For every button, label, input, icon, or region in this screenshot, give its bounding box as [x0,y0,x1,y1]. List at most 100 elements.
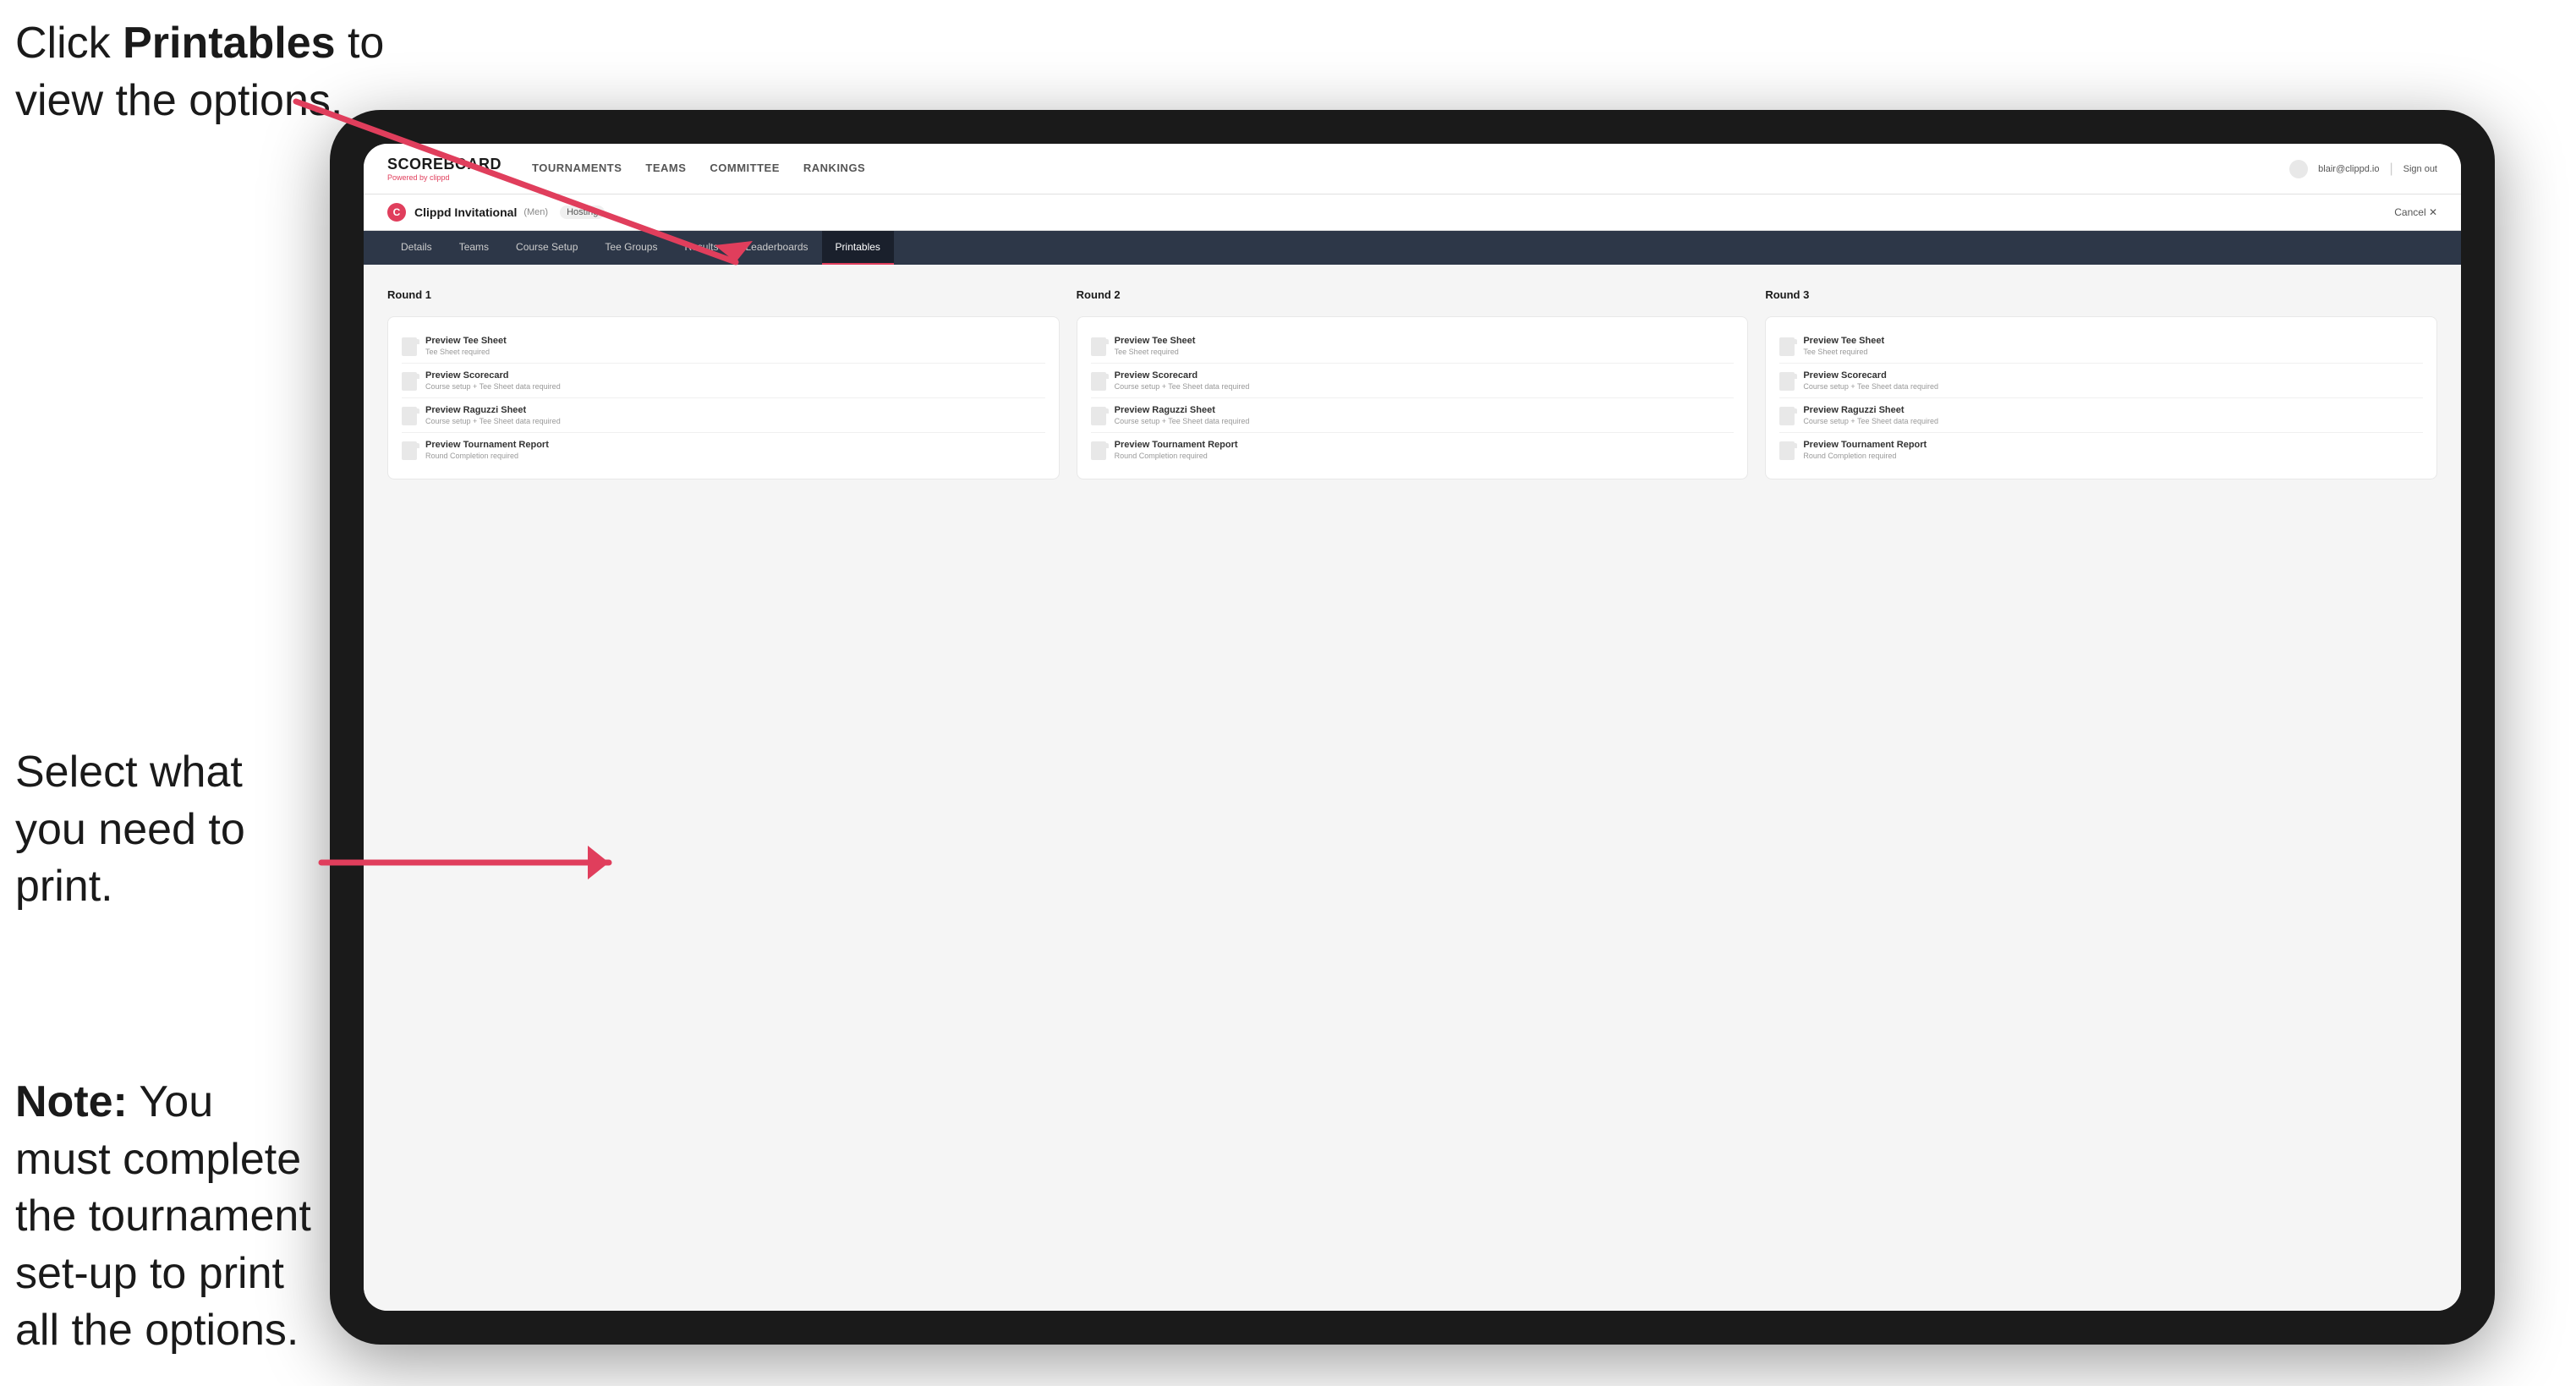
annotation-bold-printables: Printables [123,19,335,68]
round1-scorecard[interactable]: Preview Scorecard Course setup + Tee She… [402,364,1045,398]
round1-tournament-report[interactable]: Preview Tournament Report Round Completi… [402,433,1045,467]
round2-scorecard[interactable]: Preview Scorecard Course setup + Tee She… [1091,364,1735,398]
sign-out-link[interactable]: Sign out [2403,164,2437,174]
print-item-title: Preview Tournament Report [1115,440,1238,450]
doc-icon [402,441,417,460]
round-3-title: Round 3 [1765,288,2437,301]
user-email: blair@clippd.io [2318,164,2379,174]
round3-tournament-report[interactable]: Preview Tournament Report Round Completi… [1779,433,2423,467]
annotation-top: Click Printables toview the options. [15,15,384,129]
doc-icon [1779,372,1795,391]
print-item-sub: Tee Sheet required [1803,348,1884,356]
round-3-column: Round 3 Preview Tee Sheet Tee Sheet requ… [1765,288,2437,479]
print-item-sub: Course setup + Tee Sheet data required [425,417,561,425]
doc-icon [1091,372,1106,391]
doc-icon [1779,337,1795,356]
sub-tabs: Details Teams Course Setup Tee Groups Re… [364,231,2461,265]
cancel-button[interactable]: Cancel ✕ [2394,206,2437,218]
print-item-text: Preview Raguzzi Sheet Course setup + Tee… [425,405,561,425]
print-item-title: Preview Raguzzi Sheet [425,405,561,415]
print-item-text: Preview Scorecard Course setup + Tee She… [1115,370,1250,391]
print-item-sub: Tee Sheet required [1115,348,1196,356]
doc-icon [402,372,417,391]
print-item-sub: Course setup + Tee Sheet data required [1115,382,1250,391]
round-1-column: Round 1 Preview Tee Sheet Tee Sheet requ… [387,288,1060,479]
nav-tournaments[interactable]: TOURNAMENTS [532,158,622,179]
brand: SCOREBOARD Powered by clippd [387,156,501,182]
round1-raguzzi[interactable]: Preview Raguzzi Sheet Course setup + Tee… [402,398,1045,433]
nav-right: blair@clippd.io | Sign out [2289,160,2437,178]
doc-icon [402,337,417,356]
doc-icon [1779,441,1795,460]
round3-raguzzi[interactable]: Preview Raguzzi Sheet Course setup + Tee… [1779,398,2423,433]
print-item-text: Preview Scorecard Course setup + Tee She… [425,370,561,391]
doc-icon [402,407,417,425]
brand-title: SCOREBOARD [387,156,501,173]
tablet-frame: SCOREBOARD Powered by clippd TOURNAMENTS… [330,110,2495,1345]
round1-tee-sheet[interactable]: Preview Tee Sheet Tee Sheet required [402,329,1045,364]
print-item-text: Preview Tournament Report Round Completi… [1115,440,1238,460]
print-item-sub: Course setup + Tee Sheet data required [1803,382,1938,391]
print-item-sub: Course setup + Tee Sheet data required [1803,417,1938,425]
print-item-text: Preview Tournament Report Round Completi… [425,440,549,460]
print-item-text: Preview Tee Sheet Tee Sheet required [1115,336,1196,356]
tab-leaderboards[interactable]: Leaderboards [732,231,821,265]
annotation-bold-note: Note: [15,1077,128,1126]
nav-committee[interactable]: COMMITTEE [710,158,780,179]
doc-icon [1091,407,1106,425]
print-item-text: Preview Tee Sheet Tee Sheet required [425,336,507,356]
round3-scorecard[interactable]: Preview Scorecard Course setup + Tee She… [1779,364,2423,398]
doc-icon [1091,441,1106,460]
print-item-title: Preview Tee Sheet [1115,336,1196,346]
print-item-title: Preview Scorecard [425,370,561,381]
tab-details[interactable]: Details [387,231,446,265]
brand-sub: Powered by clippd [387,173,501,182]
rounds-container: Round 1 Preview Tee Sheet Tee Sheet requ… [387,288,2437,479]
round-3-card: Preview Tee Sheet Tee Sheet required Pre… [1765,316,2437,479]
round2-tee-sheet[interactable]: Preview Tee Sheet Tee Sheet required [1091,329,1735,364]
round-2-column: Round 2 Preview Tee Sheet Tee Sheet requ… [1077,288,1749,479]
round2-raguzzi[interactable]: Preview Raguzzi Sheet Course setup + Tee… [1091,398,1735,433]
print-item-sub: Round Completion required [1803,452,1927,460]
tab-tee-groups[interactable]: Tee Groups [591,231,671,265]
avatar [2289,160,2308,178]
tab-printables[interactable]: Printables [822,231,894,265]
tournament-logo: C [387,203,406,222]
round2-tournament-report[interactable]: Preview Tournament Report Round Completi… [1091,433,1735,467]
annotation-middle: Select what you need to print. [15,744,303,916]
main-nav: TOURNAMENTS TEAMS COMMITTEE RANKINGS [532,158,2289,179]
print-item-title: Preview Tee Sheet [425,336,507,346]
print-item-text: Preview Tee Sheet Tee Sheet required [1803,336,1884,356]
print-item-title: Preview Scorecard [1803,370,1938,381]
print-item-title: Preview Scorecard [1115,370,1250,381]
nav-teams[interactable]: TEAMS [645,158,686,179]
separator: | [2389,162,2392,177]
print-item-title: Preview Tournament Report [425,440,549,450]
round-2-title: Round 2 [1077,288,1749,301]
tab-results[interactable]: Results [671,231,732,265]
doc-icon [1091,337,1106,356]
round-1-title: Round 1 [387,288,1060,301]
print-item-sub: Tee Sheet required [425,348,507,356]
round3-tee-sheet[interactable]: Preview Tee Sheet Tee Sheet required [1779,329,2423,364]
print-item-sub: Course setup + Tee Sheet data required [425,382,561,391]
print-item-title: Preview Tournament Report [1803,440,1927,450]
round-2-card: Preview Tee Sheet Tee Sheet required Pre… [1077,316,1749,479]
print-item-title: Preview Raguzzi Sheet [1115,405,1250,415]
nav-rankings[interactable]: RANKINGS [803,158,865,179]
tournament-status: Hosting [560,205,605,219]
top-nav: SCOREBOARD Powered by clippd TOURNAMENTS… [364,144,2461,194]
doc-icon [1779,407,1795,425]
print-item-text: Preview Raguzzi Sheet Course setup + Tee… [1803,405,1938,425]
print-item-title: Preview Tee Sheet [1803,336,1884,346]
print-item-text: Preview Raguzzi Sheet Course setup + Tee… [1115,405,1250,425]
print-item-text: Preview Tournament Report Round Completi… [1803,440,1927,460]
print-item-text: Preview Scorecard Course setup + Tee She… [1803,370,1938,391]
tab-course-setup[interactable]: Course Setup [502,231,591,265]
tab-teams[interactable]: Teams [446,231,502,265]
tournament-tag: (Men) [523,207,548,217]
print-item-sub: Course setup + Tee Sheet data required [1115,417,1250,425]
print-item-sub: Round Completion required [1115,452,1238,460]
tablet-screen: SCOREBOARD Powered by clippd TOURNAMENTS… [364,144,2461,1311]
tournament-bar: C Clippd Invitational (Men) Hosting Canc… [364,194,2461,231]
